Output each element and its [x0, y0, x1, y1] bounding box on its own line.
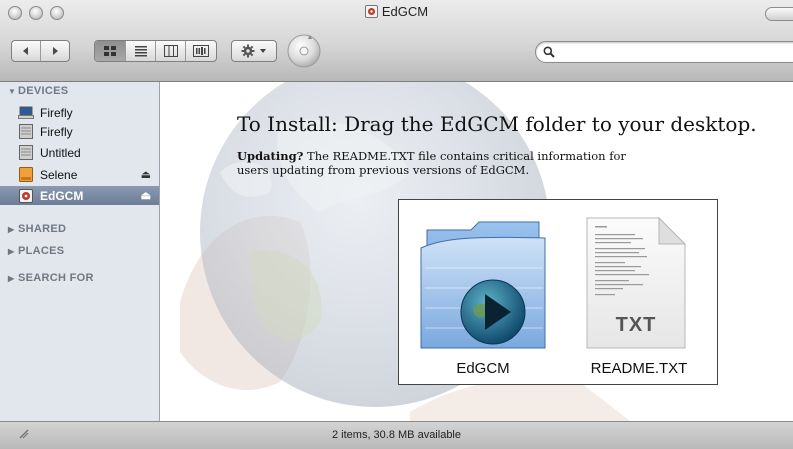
chevron-down-icon: [260, 49, 266, 53]
search-field[interactable]: [535, 41, 793, 63]
finder-window: EdGCM ▼ DEVICES Firefly Firefly Untitled…: [0, 0, 793, 449]
hard-drive-icon: [18, 145, 34, 161]
sidebar-item-firefly-drive[interactable]: Firefly: [0, 122, 159, 141]
search-input[interactable]: [558, 44, 792, 62]
list-view-button[interactable]: [126, 41, 156, 61]
icon-view-button[interactable]: [95, 41, 126, 61]
items-panel: EdGCM TXT README.TXT: [398, 199, 718, 385]
burn-disc-icon[interactable]: [286, 33, 322, 69]
forward-button[interactable]: [41, 41, 69, 61]
readme-file-label[interactable]: README.TXT: [579, 360, 699, 377]
back-button[interactable]: [12, 41, 41, 61]
sidebar-section-shared[interactable]: ▶ SHARED: [8, 223, 66, 235]
sidebar: ▼ DEVICES Firefly Firefly Untitled Selen…: [0, 82, 160, 421]
chevron-left-icon: [23, 47, 28, 55]
disclosure-collapsed-icon: ▶: [8, 247, 15, 256]
sidebar-item-label: Firefly: [40, 124, 73, 139]
update-note-line2: users updating from previous versions of…: [237, 163, 530, 177]
sidebar-item-firefly-laptop[interactable]: Firefly: [0, 103, 159, 122]
edgcm-folder-item[interactable]: [413, 208, 553, 356]
cover-flow-view-button[interactable]: [186, 41, 216, 61]
action-menu-inner[interactable]: [232, 41, 276, 61]
column-view-icon: [163, 45, 178, 57]
application-folder-icon: [420, 221, 546, 349]
disk-image-icon: [364, 5, 378, 18]
cover-flow-icon: [193, 45, 209, 57]
disclosure-collapsed-icon: ▶: [8, 274, 15, 283]
column-view-button[interactable]: [156, 41, 186, 61]
list-view-icon: [134, 46, 147, 57]
file-type-badge: TXT: [615, 314, 657, 336]
eject-icon[interactable]: ⏏: [141, 189, 151, 202]
icon-view-icon: [104, 46, 116, 56]
sidebar-section-devices[interactable]: ▼ DEVICES: [8, 85, 68, 97]
window-title: EdGCM: [0, 4, 793, 19]
sidebar-item-untitled[interactable]: Untitled: [0, 143, 159, 162]
sidebar-item-label: Firefly: [40, 105, 73, 120]
edgcm-folder-label[interactable]: EdGCM: [423, 360, 543, 377]
readme-file-item[interactable]: TXT: [581, 214, 691, 352]
sidebar-section-search-for[interactable]: ▶ SEARCH FOR: [8, 272, 94, 284]
status-bar: 2 items, 30.8 MB available: [0, 421, 793, 449]
update-note-line1: The README.TXT file contains critical in…: [303, 149, 626, 163]
sidebar-item-selene[interactable]: Selene ⏏: [0, 165, 159, 184]
sidebar-item-label: EdGCM: [40, 188, 84, 203]
search-icon: [543, 46, 555, 58]
status-text: 2 items, 30.8 MB available: [331, 429, 461, 441]
external-drive-icon: [18, 167, 34, 183]
update-note: Updating? The README.TXT file contains c…: [237, 149, 717, 177]
disk-image-icon: [18, 188, 34, 204]
hard-drive-icon: [18, 124, 34, 140]
view-mode-buttons: [94, 40, 217, 62]
install-instructions-heading: To Install: Drag the EdGCM folder to you…: [237, 112, 757, 136]
window-content: To Install: Drag the EdGCM folder to you…: [160, 82, 793, 421]
laptop-icon: [18, 105, 34, 121]
action-menu-button[interactable]: [231, 40, 277, 62]
toolbar-toggle-button[interactable]: [765, 7, 793, 21]
window-title-text: EdGCM: [381, 4, 429, 19]
update-note-bold: Updating?: [237, 149, 304, 163]
sidebar-item-label: Selene: [40, 167, 78, 182]
disclosure-expanded-icon: ▼: [8, 87, 17, 96]
eject-icon[interactable]: ⏏: [141, 168, 151, 181]
window-toolbar: EdGCM: [0, 0, 793, 82]
sidebar-item-label: Untitled: [40, 145, 81, 160]
chevron-right-icon: [53, 47, 58, 55]
navigation-buttons: [11, 40, 70, 62]
sidebar-item-edgcm[interactable]: EdGCM ⏏: [0, 186, 159, 205]
gear-icon: [241, 44, 255, 58]
sidebar-section-places[interactable]: ▶ PLACES: [8, 245, 64, 257]
disclosure-collapsed-icon: ▶: [8, 225, 15, 234]
